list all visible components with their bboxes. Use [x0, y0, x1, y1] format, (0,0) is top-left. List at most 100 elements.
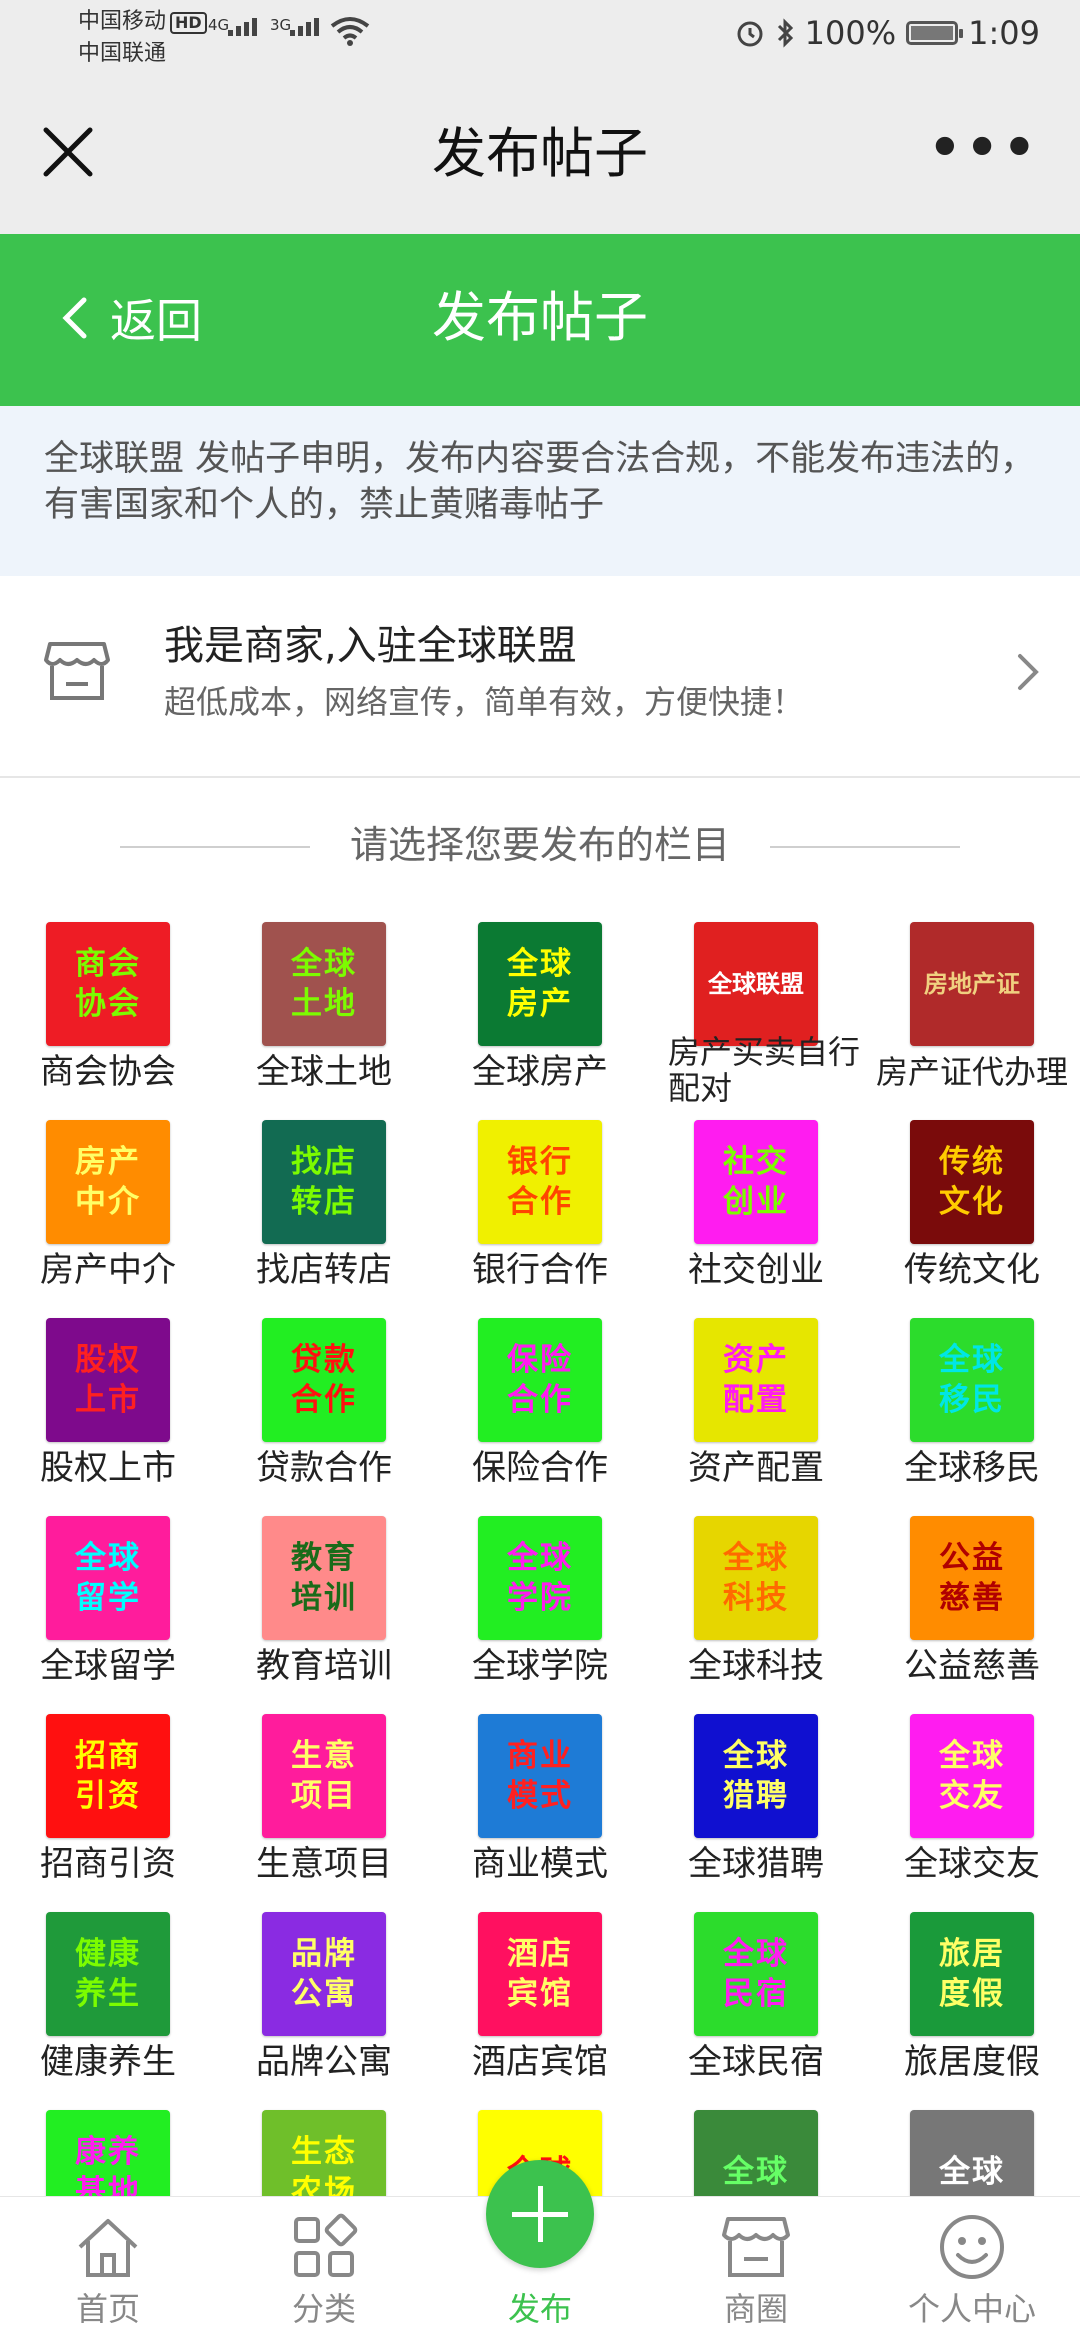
category-label: 旅居度假: [904, 2042, 1040, 2082]
category-item[interactable]: 社交 创业 社交创业: [648, 1098, 864, 1296]
merchant-join-entry[interactable]: 我是商家,入驻全球联盟 超低成本，网络宣传，简单有效，方便快捷！: [0, 576, 1080, 778]
category-icon: 全球 土地: [262, 922, 386, 1046]
category-label: 全球交友: [904, 1844, 1040, 1884]
category-icon-text: 养生: [75, 1976, 141, 2012]
category-icon-text: 全球: [939, 2154, 1005, 2190]
category-item[interactable]: 全球 科技 全球科技: [648, 1494, 864, 1692]
category-item[interactable]: 全球 房产 全球房产: [432, 900, 648, 1098]
category-item[interactable]: 生意 项目 生意项目: [216, 1692, 432, 1890]
category-item[interactable]: 房地产证 房产证代办理: [864, 900, 1080, 1098]
category-item[interactable]: 康养 基地: [0, 2088, 216, 2200]
category-item[interactable]: 银行 合作 银行合作: [432, 1098, 648, 1296]
tab-profile[interactable]: 个人中心: [864, 2197, 1080, 2341]
category-icon-text: 房地产证: [924, 970, 1020, 998]
category-item[interactable]: 品牌 公寓 品牌公寓: [216, 1890, 432, 2088]
category-item[interactable]: 找店 转店 找店转店: [216, 1098, 432, 1296]
category-item[interactable]: 贷款 合作 贷款合作: [216, 1296, 432, 1494]
category-item[interactable]: 招商 引资 招商引资: [0, 1692, 216, 1890]
category-icon-text: 全球: [723, 1738, 789, 1774]
category-icon: 酒店 宾馆: [478, 1912, 602, 2036]
category-item[interactable]: 房产 中介 房产中介: [0, 1098, 216, 1296]
category-icon: 康养 基地: [46, 2110, 170, 2200]
tab-home[interactable]: 首页: [0, 2197, 216, 2341]
category-icon: 传统 文化: [910, 1120, 1034, 1244]
category-label: 招商引资: [40, 1844, 176, 1884]
category-icon-text: 房产: [75, 1144, 141, 1180]
category-label: 全球土地: [256, 1052, 392, 1092]
category-icon: 股权 上市: [46, 1318, 170, 1442]
category-item[interactable]: 全球联盟 房产买卖自行配对: [648, 900, 864, 1106]
category-icon-text: 中介: [75, 1184, 141, 1220]
category-icon-text: 全球: [723, 1540, 789, 1576]
category-icon-text: 合作: [507, 1184, 573, 1220]
category-icon-text: 猎聘: [723, 1778, 789, 1814]
category-item[interactable]: 全球 民宿 全球民宿: [648, 1890, 864, 2088]
publish-fab-button[interactable]: [486, 2160, 594, 2268]
category-icon: 房地产证: [910, 922, 1034, 1046]
category-icon-text: 转店: [291, 1184, 357, 1220]
category-icon: 资产 配置: [694, 1318, 818, 1442]
webview-title-bar: 发布帖子 •••: [0, 78, 1080, 234]
category-label: 教育培训: [256, 1646, 392, 1686]
category-icon: 贷款 合作: [262, 1318, 386, 1442]
category-label: 全球科技: [688, 1646, 824, 1686]
category-item[interactable]: 旅居 度假 旅居度假: [864, 1890, 1080, 2088]
category-item[interactable]: 商会 协会 商会协会: [0, 900, 216, 1098]
category-icon: 社交 创业: [694, 1120, 818, 1244]
divider-line: [770, 846, 960, 848]
category-item[interactable]: 全球 移民 全球移民: [864, 1296, 1080, 1494]
category-item[interactable]: 保险 合作 保险合作: [432, 1296, 648, 1494]
tab-label: 发布: [507, 2290, 572, 2328]
category-icon-text: 生态: [291, 2134, 357, 2170]
merchant-title: 我是商家,入驻全球联盟: [164, 623, 577, 669]
category-icon-text: 宾馆: [507, 1976, 573, 2012]
more-options-icon[interactable]: •••: [928, 122, 1040, 174]
signal-icon-2: [290, 18, 319, 36]
category-label: 酒店宾馆: [472, 2042, 608, 2082]
category-item[interactable]: 教育 培训 教育培训: [216, 1494, 432, 1692]
category-icon-text: 传统: [939, 1144, 1005, 1180]
category-icon-text: 移民: [939, 1382, 1005, 1418]
category-icon-text: 度假: [939, 1976, 1005, 2012]
category-item[interactable]: 生态 农场: [216, 2088, 432, 2200]
webview-title: 发布帖子: [432, 122, 648, 185]
category-item[interactable]: 全球: [648, 2088, 864, 2200]
category-icon-text: 科技: [723, 1580, 789, 1616]
category-item[interactable]: 商业 模式 商业模式: [432, 1692, 648, 1890]
category-item[interactable]: 酒店 宾馆 酒店宾馆: [432, 1890, 648, 2088]
category-icon-text: 慈善: [939, 1580, 1005, 1616]
category-icon-text: 协会: [75, 986, 141, 1022]
category-item[interactable]: 股权 上市 股权上市: [0, 1296, 216, 1494]
category-icon-text: 酒店: [507, 1936, 573, 1972]
category-item[interactable]: 传统 文化 传统文化: [864, 1098, 1080, 1296]
category-icon-text: 全球: [75, 1540, 141, 1576]
category-icon: 全球 交友: [910, 1714, 1034, 1838]
category-label: 保险合作: [472, 1448, 608, 1488]
category-icon: 教育 培训: [262, 1516, 386, 1640]
network-type-2: 3G: [270, 16, 292, 34]
category-item[interactable]: 全球 土地 全球土地: [216, 900, 432, 1098]
category-item[interactable]: 全球 猎聘 全球猎聘: [648, 1692, 864, 1890]
tab-label: 商圈: [723, 2290, 788, 2328]
category-item[interactable]: 全球 交友 全球交友: [864, 1692, 1080, 1890]
tab-business-circle[interactable]: 商圈: [648, 2197, 864, 2341]
category-item[interactable]: 健康 养生 健康养生: [0, 1890, 216, 2088]
category-item[interactable]: 全球 留学 全球留学: [0, 1494, 216, 1692]
clock: 1:09: [968, 14, 1040, 52]
category-icon: 商会 协会: [46, 922, 170, 1046]
category-item[interactable]: 公益 慈善 公益慈善: [864, 1494, 1080, 1692]
category-item[interactable]: 全球 学院 全球学院: [432, 1494, 648, 1692]
tab-category[interactable]: 分类: [216, 2197, 432, 2341]
category-item[interactable]: 全球: [864, 2088, 1080, 2200]
carrier-secondary: 中国联通: [78, 41, 167, 66]
category-icon-text: 全球: [507, 1540, 573, 1576]
category-item[interactable]: 资产 配置 资产配置: [648, 1296, 864, 1494]
category-grid: 商会 协会 商会协会 全球 土地 全球土地 全球 房产 全球房产 全球联盟 房产买卖自行配对 房地产证…: [0, 900, 1080, 2200]
smile-icon: [940, 2215, 1004, 2279]
category-icon-text: 民宿: [723, 1976, 789, 2012]
alarm-icon: [737, 21, 763, 47]
category-icon-text: 招商: [75, 1738, 141, 1774]
category-label: 房产中介: [40, 1250, 176, 1290]
category-label: 全球房产: [472, 1052, 608, 1092]
notice-banner: 全球联盟 发帖子申明，发布内容要合法合规，不能发布违法的，有害国家和个人的，禁止…: [0, 406, 1080, 576]
